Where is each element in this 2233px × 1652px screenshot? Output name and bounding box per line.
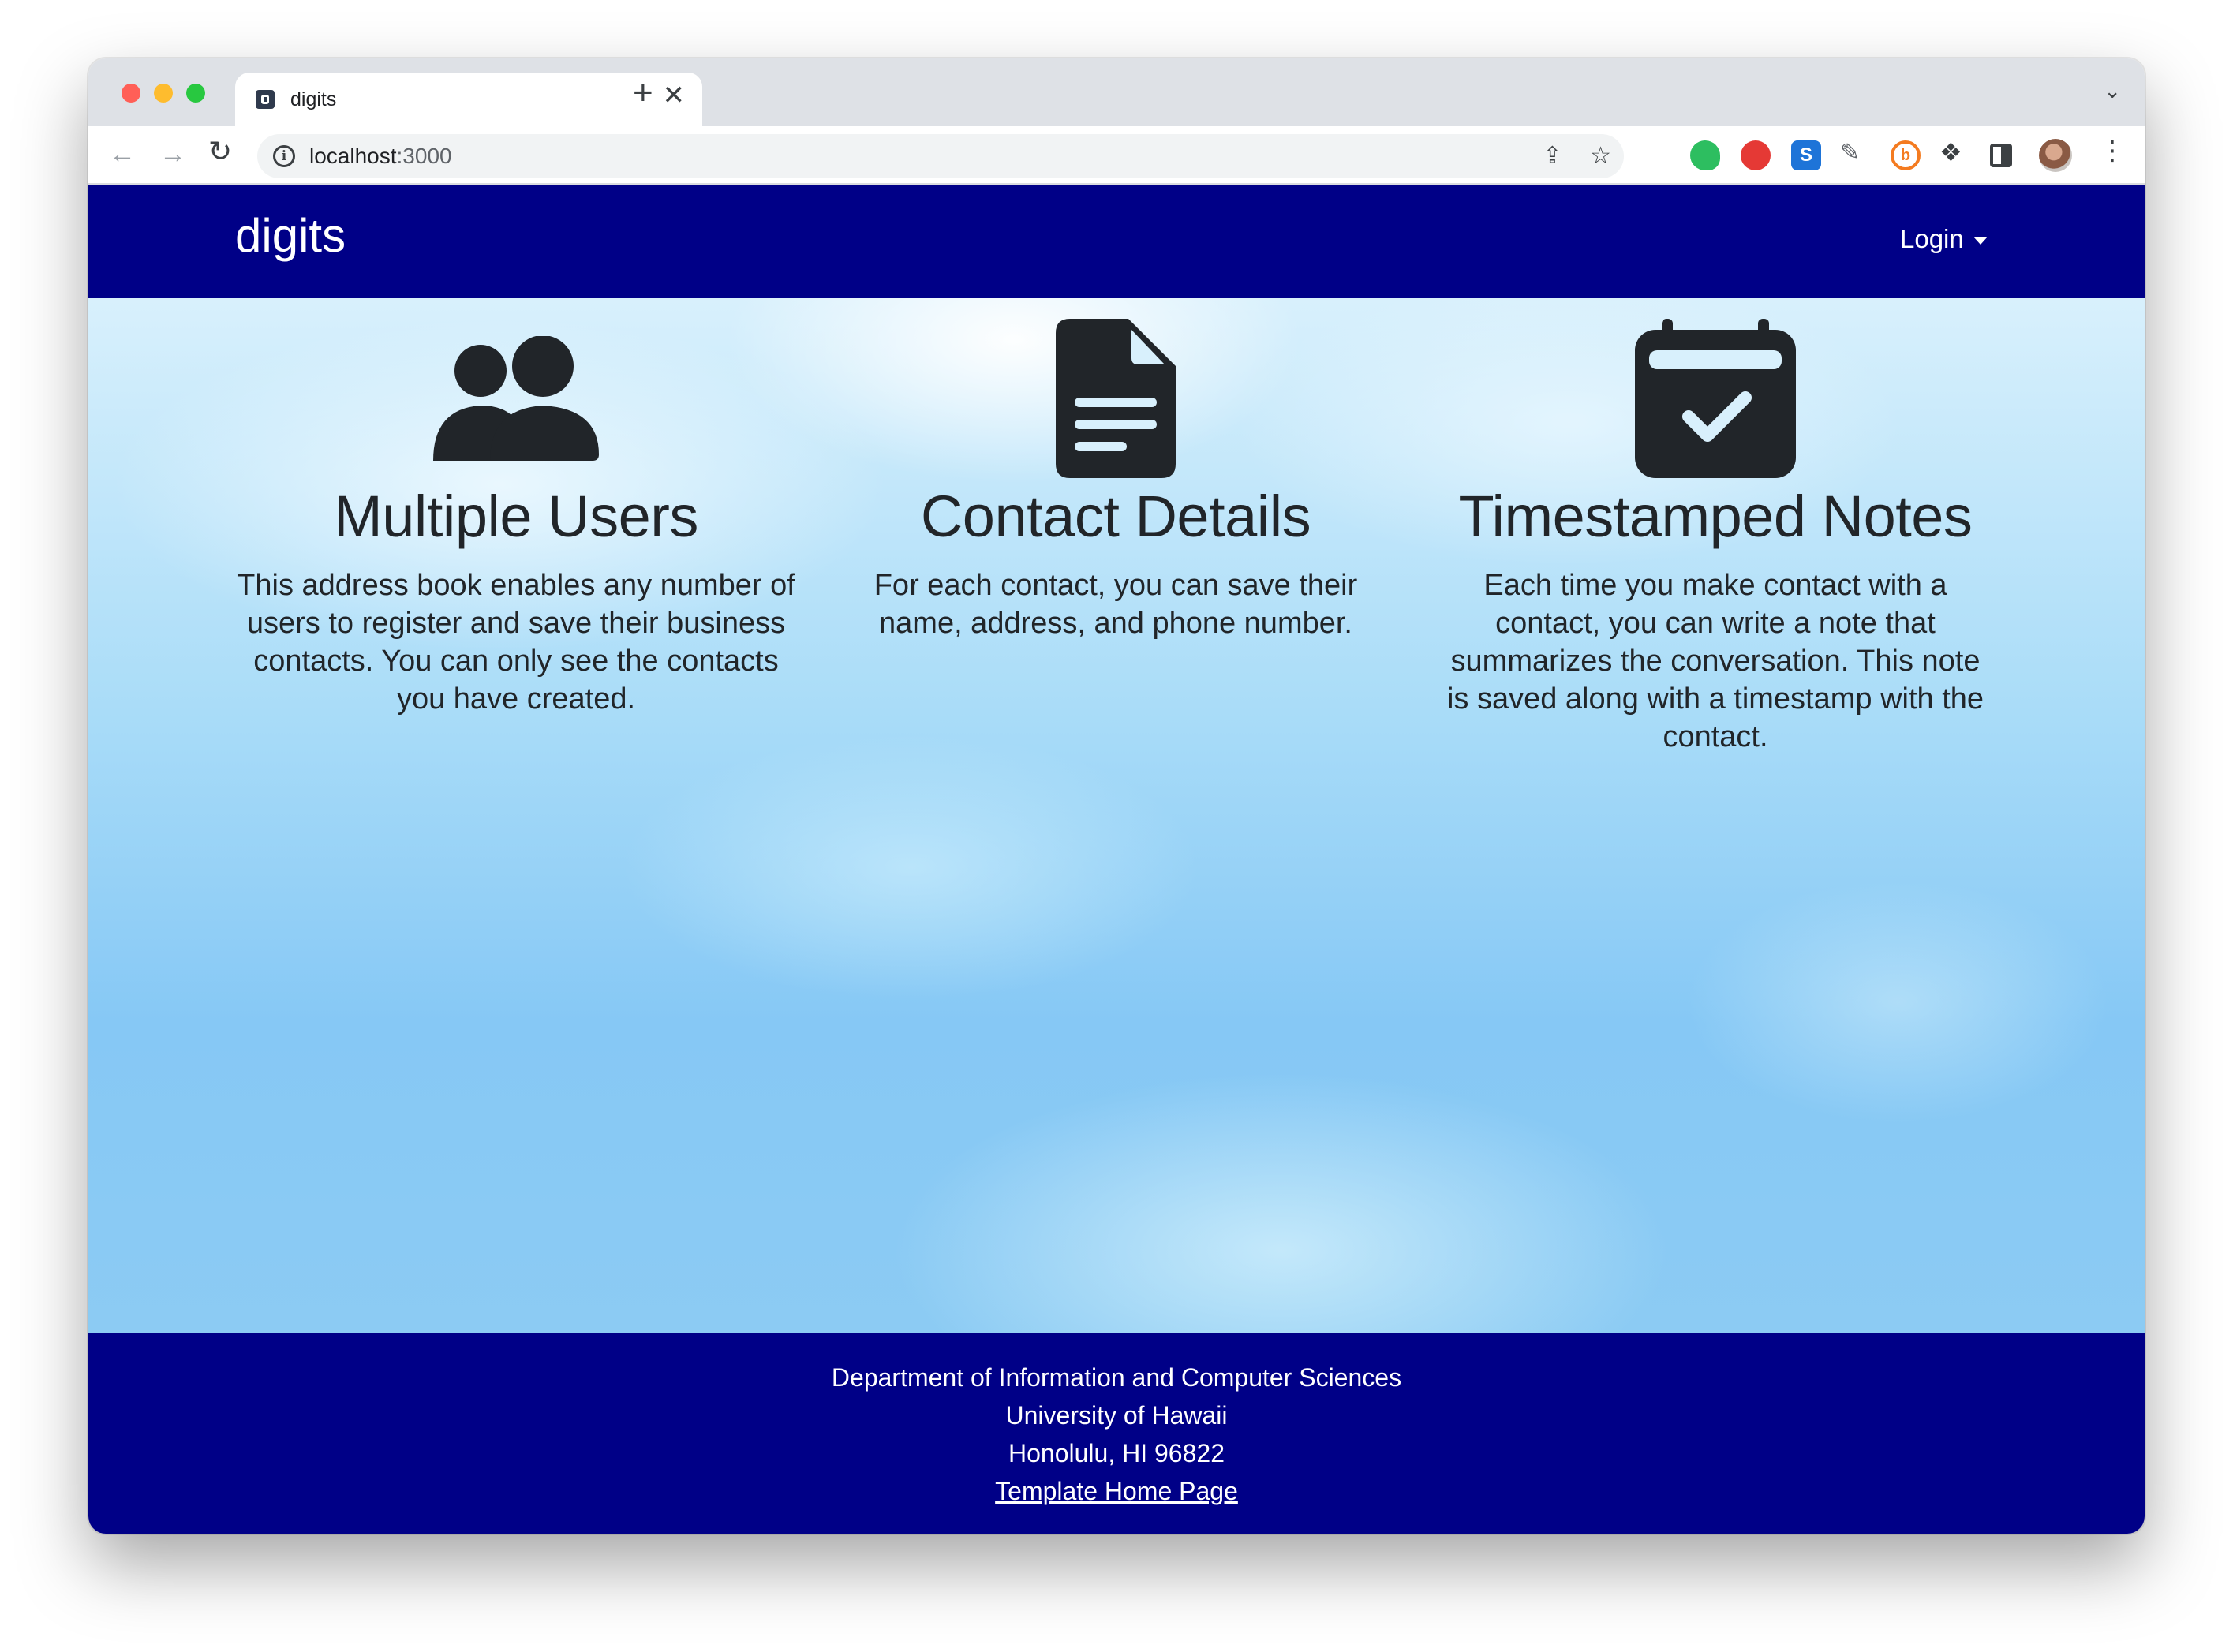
favicon-icon [256,90,275,109]
login-dropdown[interactable]: Login [1900,224,1988,254]
web-page: digits Login Multiple Users This address… [88,185,2145,1534]
bookmark-star-icon[interactable]: ☆ [1590,142,1611,170]
s-extension-icon[interactable]: S [1791,140,1821,170]
template-home-link[interactable]: Template Home Page [995,1477,1238,1505]
share-icon[interactable]: ⇪ [1543,142,1562,170]
adblock-extension-icon[interactable] [1741,140,1771,170]
tab-title: digits [290,88,337,110]
feature-title: Timestamped Notes [1458,484,1973,549]
eyedropper-extension-icon[interactable]: ✎ [1840,139,1860,166]
file-lines-icon [1056,319,1176,478]
browser-toolbar: ← → ↻ i localhost:3000 ⇪ ☆ S ✎ b ❖ ⋮ [88,126,2145,185]
feature-title: Contact Details [920,484,1311,549]
forward-button[interactable]: → [159,140,186,167]
new-tab-button[interactable]: + [633,76,653,110]
footer-university: University of Hawaii [1005,1401,1228,1430]
evernote-extension-icon[interactable] [1690,140,1720,170]
profile-avatar[interactable] [2039,139,2072,172]
feature-text: Each time you make contact with a contac… [1446,569,1984,753]
calendar-check-icon [1635,319,1796,478]
caret-down-icon [1973,237,1988,245]
browser-window: digits ✕ + ⌄ ← → ↻ i localhost:3000 ⇪ ☆ … [88,58,2145,1534]
reload-button[interactable]: ↻ [208,137,232,166]
tab-strip: digits ✕ + ⌄ [88,58,2145,126]
url-port: :3000 [396,144,452,168]
users-icon [433,336,599,461]
url-text[interactable]: localhost:3000 [309,144,452,169]
b-extension-icon[interactable]: b [1891,140,1921,170]
feature-text: For each contact, you can save their nam… [873,569,1358,640]
feature-text: This address book enables any number of … [237,569,795,716]
brand-link[interactable]: digits [235,208,346,263]
url-host: localhost [309,144,397,168]
back-button[interactable]: ← [109,140,136,167]
feature-title: Multiple Users [334,484,698,549]
landing-hero: Multiple Users This address book enables… [88,298,2145,1333]
footer-department: Department of Information and Computer S… [831,1363,1402,1392]
maximize-window-button[interactable] [186,84,205,103]
tab-close-button[interactable]: ✕ [663,82,686,109]
site-navbar: digits Login [88,185,2145,298]
minimize-window-button[interactable] [154,84,173,103]
extensions-puzzle-icon[interactable]: ❖ [1939,137,1962,167]
site-info-icon[interactable]: i [273,145,295,167]
footer-address: Honolulu, HI 96822 [1008,1439,1225,1467]
site-footer: Department of Information and Computer S… [88,1333,2145,1534]
tab-search-chevron-icon[interactable]: ⌄ [2104,79,2121,103]
login-label: Login [1900,224,1964,253]
browser-menu-icon[interactable]: ⋮ [2099,137,2126,164]
address-bar[interactable]: i localhost:3000 ⇪ ☆ [257,134,1624,178]
side-panel-icon[interactable] [1990,144,2012,167]
close-window-button[interactable] [122,84,140,103]
